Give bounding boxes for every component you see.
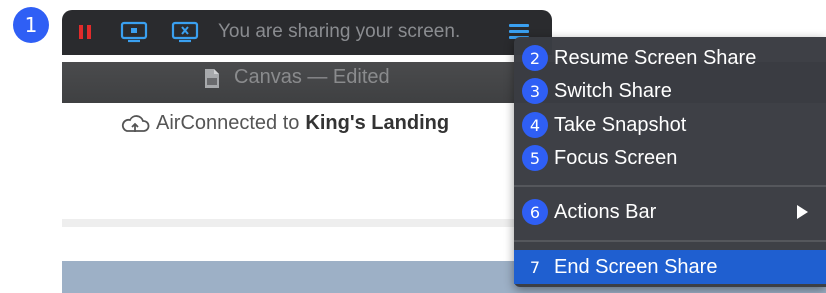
airconnect-status: AirConnected to King's Landing [120, 112, 449, 135]
step-badge-2: 2 [522, 45, 548, 71]
menu-item-label: Focus Screen [554, 146, 678, 169]
menu-item-actions-bar[interactable]: 6 Actions Bar [514, 196, 826, 228]
menu-separator [514, 185, 826, 187]
menu-item-label: Switch Share [554, 79, 672, 102]
menu-item-resume-screen-share[interactable]: 2 Resume Screen Share [514, 42, 826, 74]
menu-item-take-snapshot[interactable]: 4 Take Snapshot [514, 109, 826, 141]
sharing-status-text: You are sharing your screen. [218, 21, 461, 42]
step-badge-1: 1 [13, 7, 49, 43]
step-badge-3: 3 [522, 78, 548, 104]
menu-item-label: Actions Bar [554, 200, 657, 223]
menu-item-end-screen-share[interactable]: 7 End Screen Share [514, 250, 826, 284]
menu-separator [514, 240, 826, 242]
cloud-icon [120, 114, 150, 134]
document-icon [204, 68, 220, 89]
step-badge-6: 6 [522, 199, 548, 225]
airconnect-name: King's Landing [305, 112, 450, 134]
window-title: Canvas — Edited [234, 66, 390, 88]
pause-icon[interactable] [79, 25, 91, 39]
stop-share-icon[interactable] [171, 21, 199, 48]
menu-item-switch-share[interactable]: 3 Switch Share [514, 75, 826, 107]
submenu-arrow-icon [797, 205, 808, 219]
screen-share-icon[interactable] [120, 21, 148, 48]
airconnect-prefix: AirConnected to [156, 112, 300, 134]
step-badge-7: 7 [529, 257, 541, 277]
step-badge-5: 5 [522, 145, 548, 171]
menu-item-focus-screen[interactable]: 5 Focus Screen [514, 142, 826, 174]
step-badge-4: 4 [522, 112, 548, 138]
share-actions-menu: 2 Resume Screen Share 3 Switch Share 4 T… [514, 37, 826, 287]
menu-item-label: Take Snapshot [554, 113, 687, 136]
menu-item-label: Resume Screen Share [554, 46, 757, 69]
screen-share-bar: You are sharing your screen. [62, 10, 552, 55]
menu-item-label: End Screen Share [554, 255, 718, 278]
